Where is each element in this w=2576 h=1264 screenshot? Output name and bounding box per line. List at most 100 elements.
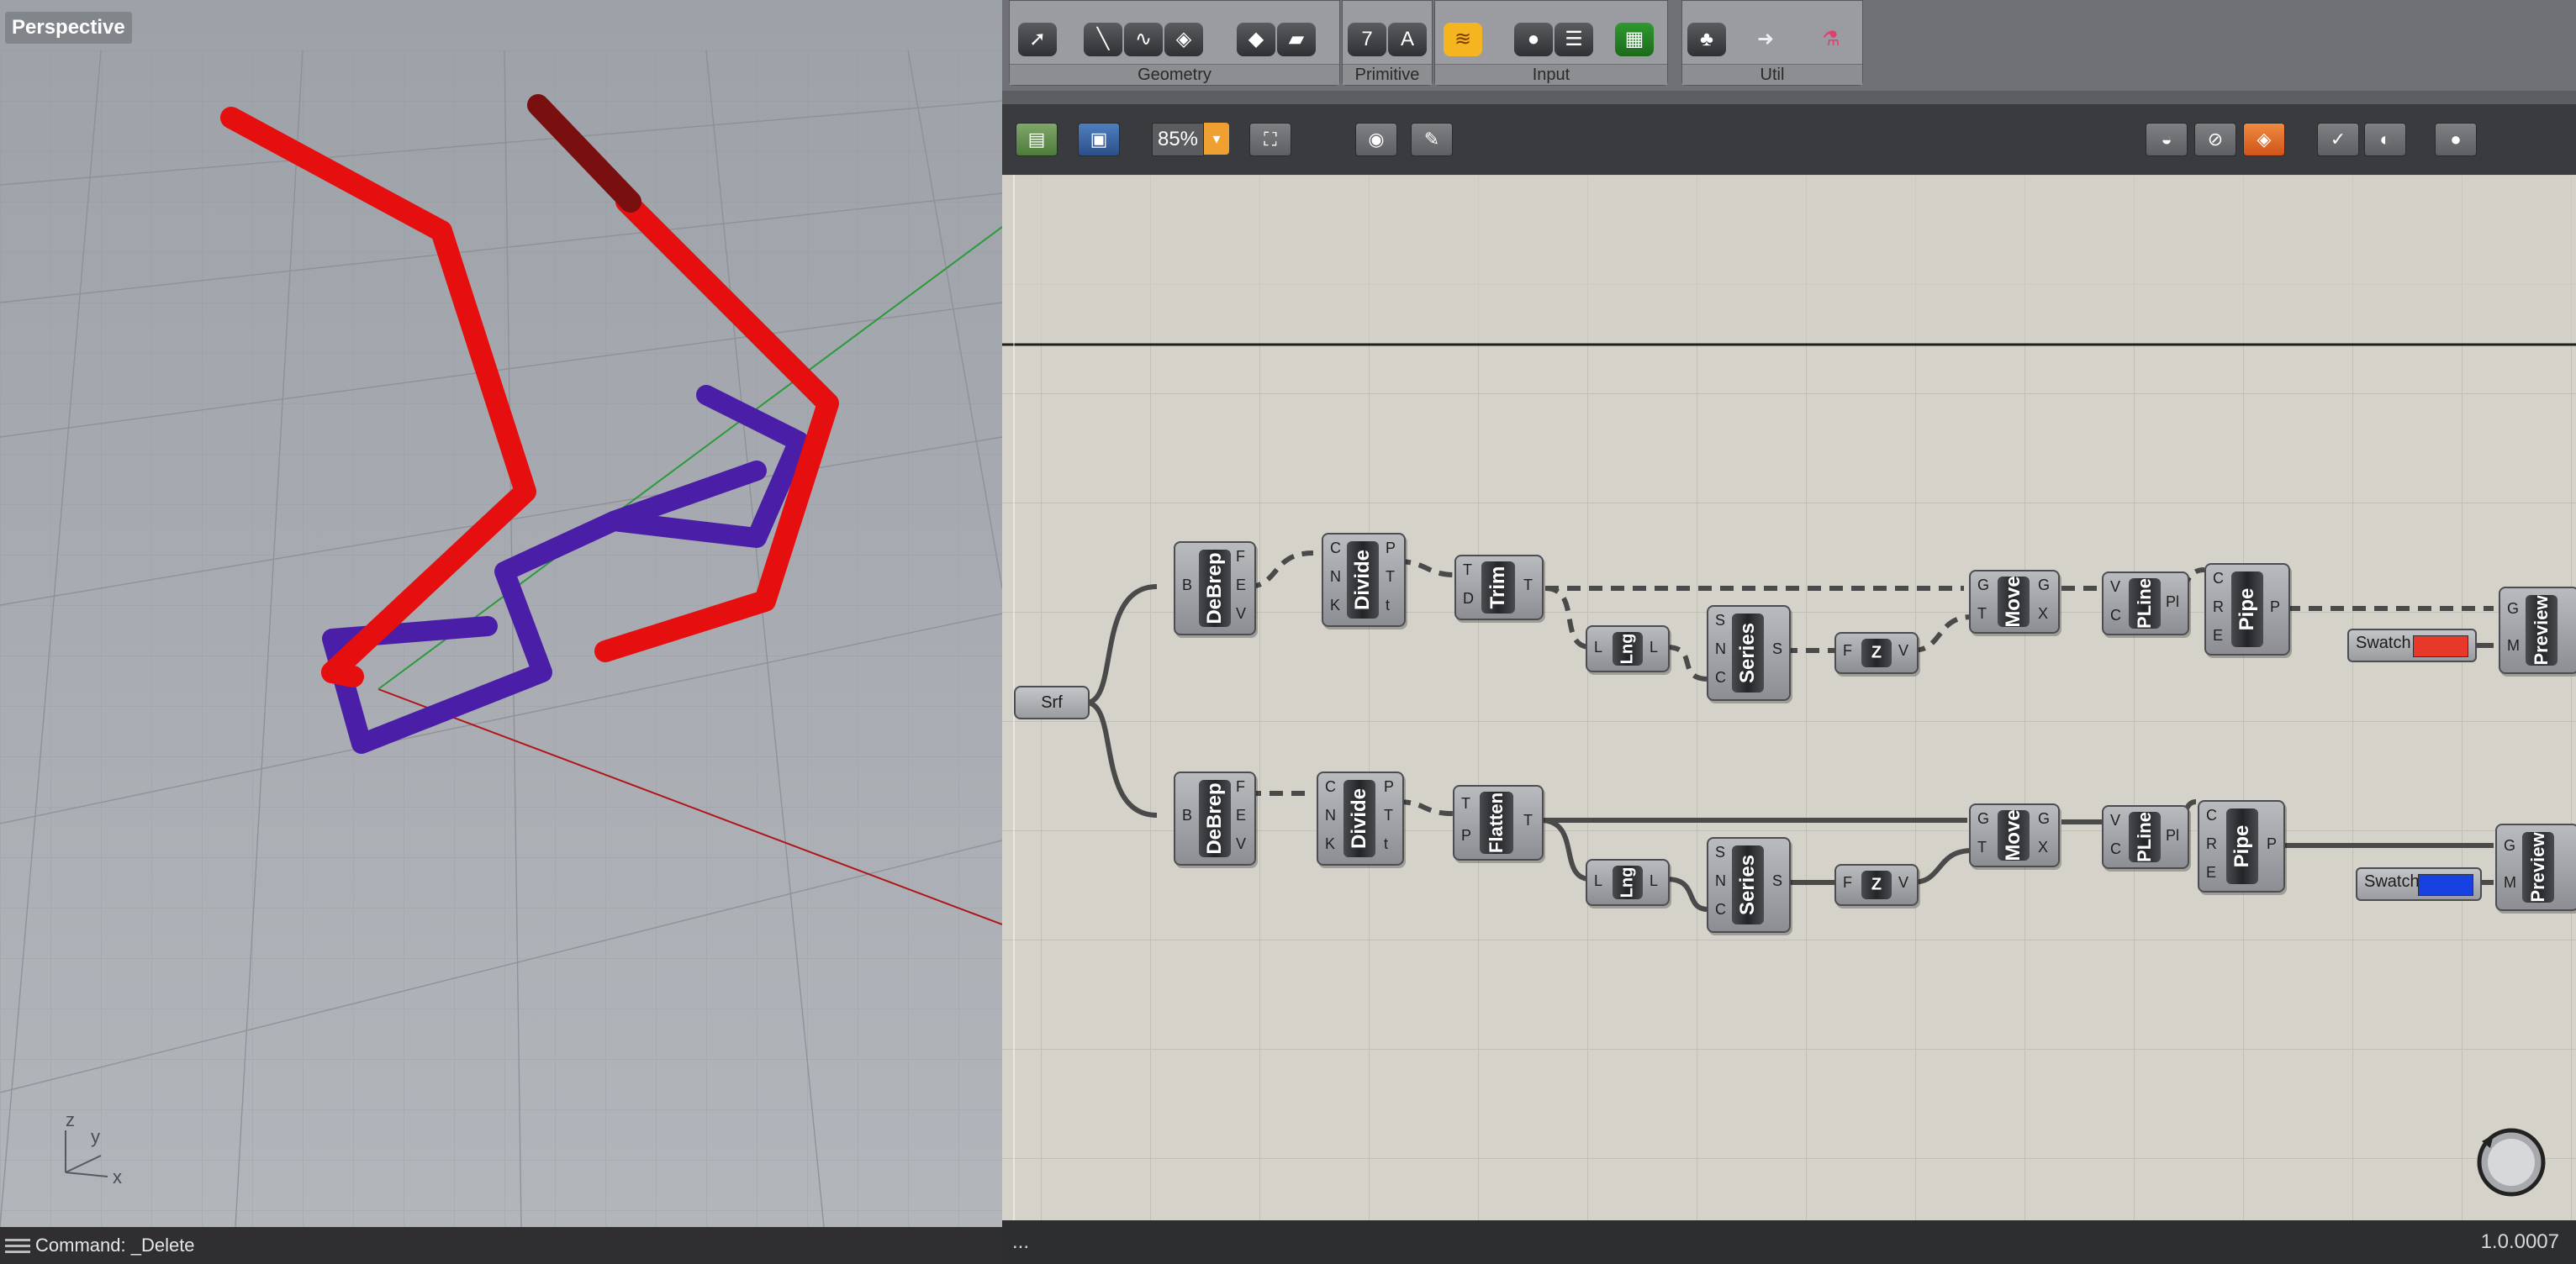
port-p[interactable]: P: [2270, 598, 2280, 616]
port-e[interactable]: E: [2213, 627, 2223, 645]
preview-selected-icon[interactable]: ✓: [2317, 123, 2359, 156]
srf-param[interactable]: Srf: [1014, 686, 1090, 719]
port-f[interactable]: F: [1843, 874, 1852, 892]
port-p[interactable]: P: [1461, 827, 1471, 845]
lng-component-2[interactable]: Lng L L: [1586, 859, 1670, 906]
port-t-out[interactable]: T: [1523, 812, 1533, 830]
viewport-title[interactable]: Perspective: [5, 12, 132, 44]
port-pl[interactable]: Pl: [2166, 593, 2179, 611]
line-param-icon[interactable]: ╲: [1084, 23, 1122, 56]
port-f[interactable]: F: [1236, 548, 1245, 566]
port-g[interactable]: G: [1977, 577, 1989, 594]
port-t-out[interactable]: T: [1523, 577, 1533, 594]
port-k[interactable]: K: [1325, 835, 1335, 853]
canvas-navigation-widget[interactable]: [2473, 1124, 2549, 1200]
port-g[interactable]: G: [2504, 837, 2515, 855]
divide-component-2[interactable]: Divide C N K P T t: [1317, 772, 1404, 866]
port-n[interactable]: N: [1330, 568, 1341, 586]
port-l-out[interactable]: L: [1650, 639, 1658, 656]
value-list-icon[interactable]: ☰: [1555, 23, 1593, 56]
brep-param-icon[interactable]: ◆: [1237, 23, 1275, 56]
mesh-param-icon[interactable]: ◈: [1164, 23, 1203, 56]
port-l[interactable]: L: [1594, 872, 1602, 890]
pline-component-1[interactable]: PLine V C Pl: [2102, 571, 2189, 635]
zoom-level[interactable]: 85%: [1152, 123, 1204, 156]
port-c[interactable]: C: [1715, 669, 1726, 687]
port-t[interactable]: T: [1977, 839, 1987, 856]
port-r[interactable]: R: [2213, 598, 2224, 616]
pipe-component-2[interactable]: Pipe C R E P: [2198, 800, 2285, 893]
divide-component-1[interactable]: Divide C N K P T t: [1322, 533, 1406, 627]
sketch-icon[interactable]: ✎: [1411, 123, 1453, 156]
port-c[interactable]: C: [2206, 807, 2217, 824]
status-menu[interactable]: ...: [1012, 1220, 1029, 1264]
port-g[interactable]: G: [1977, 810, 1989, 828]
port-l-out[interactable]: L: [1650, 872, 1658, 890]
knob-icon[interactable]: ●: [1514, 23, 1553, 56]
move-component-2[interactable]: Move G T G X: [1969, 803, 2060, 867]
flask-icon[interactable]: ⚗: [1812, 23, 1850, 56]
unit-z-component-1[interactable]: Z F V: [1834, 632, 1919, 674]
port-c[interactable]: C: [2110, 840, 2121, 858]
port-p[interactable]: P: [1386, 540, 1396, 557]
preview-off-icon[interactable]: ◒: [2146, 123, 2188, 156]
port-x[interactable]: X: [2038, 605, 2048, 623]
port-f[interactable]: F: [1843, 642, 1852, 660]
tree-icon[interactable]: ♣: [1687, 23, 1726, 56]
port-s-out[interactable]: S: [1772, 640, 1782, 658]
port-e[interactable]: E: [1236, 807, 1246, 824]
port-k[interactable]: K: [1330, 597, 1340, 614]
port-f[interactable]: F: [1236, 778, 1245, 796]
pipe-component-1[interactable]: Pipe C R E P: [2204, 563, 2290, 656]
open-icon[interactable]: ▤: [1016, 123, 1058, 156]
preview-material-icon[interactable]: ◐: [2364, 123, 2406, 156]
port-g[interactable]: G: [2507, 600, 2519, 618]
port-v[interactable]: V: [1898, 642, 1908, 660]
port-p[interactable]: P: [1384, 778, 1394, 796]
trim-component[interactable]: Trim T D T: [1454, 555, 1544, 620]
port-t[interactable]: T: [1386, 568, 1395, 586]
series-component-2[interactable]: Series S N C S: [1707, 837, 1791, 933]
port-t[interactable]: T: [1384, 807, 1393, 824]
swatch-color-blue[interactable]: [2418, 874, 2473, 896]
port-r[interactable]: R: [2206, 835, 2217, 853]
preview-eye-icon[interactable]: ◉: [1355, 123, 1397, 156]
port-g-out[interactable]: G: [2038, 810, 2050, 828]
pline-component-2[interactable]: PLine V C Pl: [2102, 805, 2189, 869]
curve-param-icon[interactable]: ∿: [1124, 23, 1163, 56]
debrep-component-1[interactable]: DeBrep B F E V: [1174, 541, 1256, 635]
port-s[interactable]: S: [1715, 612, 1725, 629]
port-t[interactable]: T: [1461, 795, 1470, 813]
port-v[interactable]: V: [2110, 812, 2120, 830]
surface-param-icon[interactable]: ▰: [1277, 23, 1316, 56]
port-m[interactable]: M: [2504, 874, 2516, 892]
swatch-blue[interactable]: Swatch: [2356, 867, 2482, 901]
chevron-down-icon[interactable]: ▾: [1204, 123, 1229, 155]
port-t-lower[interactable]: t: [1384, 835, 1388, 853]
port-p[interactable]: P: [2267, 835, 2277, 853]
port-s-out[interactable]: S: [1772, 872, 1782, 890]
command-history-icon[interactable]: [5, 1239, 30, 1254]
flatten-component[interactable]: Flatten T P T: [1453, 785, 1544, 861]
port-e[interactable]: E: [1236, 577, 1246, 594]
debrep-component-2[interactable]: DeBrep B F E V: [1174, 772, 1256, 866]
port-v[interactable]: V: [2110, 578, 2120, 596]
swatch-red[interactable]: Swatch: [2347, 629, 2477, 662]
port-c[interactable]: C: [1330, 540, 1341, 557]
image-sampler-icon[interactable]: ▦: [1615, 23, 1654, 56]
port-v[interactable]: V: [1236, 605, 1246, 623]
port-t[interactable]: T: [1977, 605, 1987, 623]
port-c[interactable]: C: [1325, 778, 1336, 796]
arrow-right-icon[interactable]: ➜: [1746, 23, 1785, 56]
lng-component-1[interactable]: Lng L L: [1586, 625, 1670, 672]
port-v[interactable]: V: [1236, 835, 1246, 853]
save-icon[interactable]: ▣: [1078, 123, 1120, 156]
port-m[interactable]: M: [2507, 637, 2520, 655]
port-c[interactable]: C: [1715, 901, 1726, 919]
rhino-viewport[interactable]: z y x Perspective: [0, 0, 1002, 1227]
port-x[interactable]: X: [2038, 839, 2048, 856]
integer-param-icon[interactable]: 7: [1348, 23, 1386, 56]
port-c[interactable]: C: [2213, 570, 2224, 587]
port-s[interactable]: S: [1715, 844, 1725, 861]
port-t[interactable]: T: [1463, 561, 1472, 579]
